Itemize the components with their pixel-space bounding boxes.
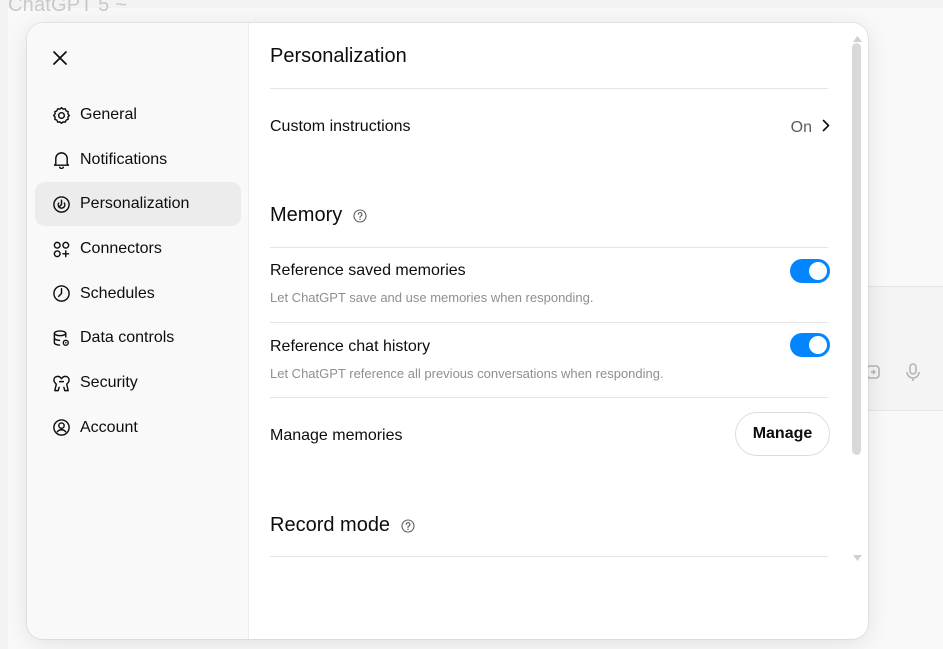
memory-title: Memory (270, 204, 343, 226)
settings-nav: General Notifications Personalization Co… (35, 93, 241, 451)
background-composer (858, 286, 943, 411)
custom-instructions-value: On (790, 119, 812, 136)
reference-chat-history-description: Let ChatGPT reference all previous conve… (270, 366, 664, 381)
custom-instructions-label: Custom instructions (270, 118, 411, 135)
shield-icon (51, 373, 71, 393)
sidebar-item-label: Notifications (80, 150, 168, 168)
divider (270, 322, 828, 323)
chevron-right-icon (812, 119, 830, 137)
account-icon (51, 418, 71, 438)
background-model-title: ChatGPT 5 ~ (8, 0, 128, 16)
sidebar-item-label: General (80, 106, 137, 123)
divider (270, 556, 828, 557)
page-title: Personalization (270, 45, 407, 67)
scroll-down-arrow-icon[interactable] (853, 548, 862, 566)
toggle-knob (809, 262, 827, 280)
custom-instructions-link[interactable]: On (791, 119, 830, 137)
help-icon[interactable] (353, 208, 367, 223)
reference-chat-history-toggle[interactable] (790, 333, 830, 357)
personalization-icon (51, 194, 71, 214)
memory-section-title: Memory (270, 204, 367, 227)
background-mic-icon (905, 362, 921, 382)
sidebar-item-label: Connectors (80, 240, 162, 258)
reference-saved-memories-toggle[interactable] (790, 259, 830, 283)
sidebar-item-account[interactable]: Account (35, 406, 241, 450)
scrollbar-thumb[interactable] (852, 43, 861, 455)
sidebar-item-general[interactable]: General (35, 93, 241, 137)
clock-icon (51, 284, 71, 304)
manage-memories-label: Manage memories (270, 427, 403, 444)
bell-icon (51, 150, 71, 170)
help-icon[interactable] (401, 518, 415, 533)
sidebar-item-label: Schedules (80, 284, 155, 302)
settings-sidebar: General Notifications Personalization Co… (27, 23, 249, 639)
sidebar-item-label: Data controls (80, 329, 175, 347)
settings-modal: General Notifications Personalization Co… (27, 23, 868, 639)
sidebar-item-data-controls[interactable]: Data controls (35, 316, 241, 360)
divider (270, 397, 828, 398)
divider (270, 88, 828, 89)
connectors-icon (51, 239, 71, 259)
close-button[interactable] (47, 47, 73, 73)
reference-chat-history-label: Reference chat history (270, 338, 431, 355)
sidebar-item-personalization[interactable]: Personalization (35, 182, 241, 227)
sidebar-item-label: Security (80, 374, 138, 392)
manage-memories-button[interactable]: Manage (735, 412, 830, 456)
record-mode-section-title: Record mode (270, 514, 415, 537)
sidebar-item-connectors[interactable]: Connectors (35, 227, 241, 271)
divider (270, 247, 828, 248)
database-icon (51, 328, 71, 348)
gear-icon (51, 105, 71, 125)
sidebar-item-notifications[interactable]: Notifications (35, 138, 241, 182)
reference-saved-memories-description: Let ChatGPT save and use memories when r… (270, 290, 594, 305)
toggle-knob (809, 336, 827, 354)
sidebar-item-label: Personalization (80, 195, 190, 213)
record-mode-title: Record mode (270, 514, 391, 536)
sidebar-item-security[interactable]: Security (35, 361, 241, 405)
close-icon (53, 50, 67, 70)
scrollbar[interactable] (845, 23, 868, 639)
sidebar-item-label: Account (80, 418, 138, 436)
reference-saved-memories-label: Reference saved memories (270, 262, 466, 279)
settings-content: Personalization Custom instructions On M… (270, 23, 830, 639)
sidebar-item-schedules[interactable]: Schedules (35, 272, 241, 316)
